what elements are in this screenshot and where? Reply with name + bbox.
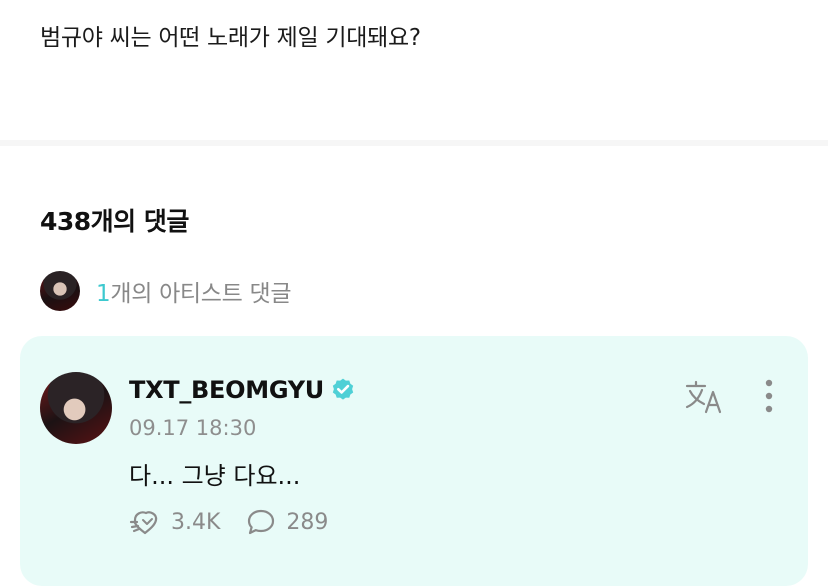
- commenter-username[interactable]: TXT_BEOMGYU: [129, 376, 324, 404]
- reply-count: 289: [286, 509, 329, 535]
- post-question: 범규야 씨는 어떤 노래가 제일 기대돼요?: [40, 25, 421, 51]
- comments-count: 438개의 댓글: [40, 207, 189, 236]
- like-button[interactable]: 3.4K: [129, 508, 220, 536]
- artist-comment-text: 개의 아티스트 댓글: [110, 281, 292, 307]
- commenter-name-row: TXT_BEOMGYU: [129, 376, 356, 404]
- comment-actions: 3.4K 289: [129, 508, 354, 536]
- like-count: 3.4K: [171, 509, 221, 535]
- artist-comments-label: 1개의 아티스트 댓글: [96, 274, 292, 308]
- verified-icon: [332, 378, 354, 400]
- artist-comments-filter[interactable]: 1개의 아티스트 댓글: [40, 270, 292, 312]
- artist-comment-card: TXT_BEOMGYU 09.17 18:30 다... 그냥 다요... 3.…: [20, 336, 808, 586]
- reply-button[interactable]: 289: [246, 508, 328, 536]
- more-icon[interactable]: [764, 378, 774, 414]
- like-icon: [129, 511, 158, 535]
- artist-comment-count: 1: [96, 281, 111, 307]
- artist-avatar: [40, 271, 80, 311]
- comment-text: 다... 그냥 다요...: [129, 462, 301, 490]
- comment-timestamp: 09.17 18:30: [129, 416, 257, 440]
- translate-icon[interactable]: [684, 379, 726, 415]
- section-divider: [0, 140, 828, 146]
- commenter-avatar[interactable]: [40, 372, 112, 444]
- reply-icon: [248, 509, 275, 535]
